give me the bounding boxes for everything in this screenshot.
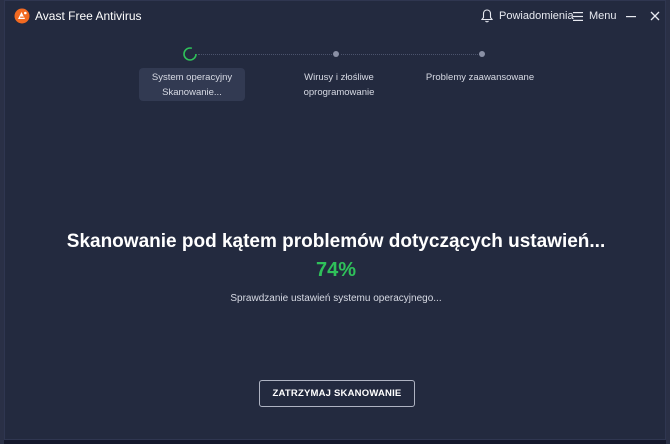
step-2-title-line1: Wirusy i złośliwe	[304, 72, 374, 83]
avast-logo-icon	[14, 8, 30, 24]
app-title: Avast Free Antivirus	[35, 9, 142, 23]
step-1-label: System operacyjny Skanowanie...	[139, 68, 245, 101]
menu-button[interactable]: Menu	[573, 8, 617, 24]
minimize-icon	[626, 16, 636, 18]
avast-main-window: Avast Free Antivirus Powiadomienia Menu	[4, 0, 666, 440]
step-connector-1	[198, 54, 332, 55]
step-1-title: System operacyjny	[151, 71, 233, 83]
menu-label: Menu	[589, 10, 617, 22]
step-3-title: Problemy zaawansowane	[425, 72, 535, 83]
minimize-button[interactable]	[621, 6, 641, 26]
step-3-dot	[479, 51, 485, 57]
step-3-label: Problemy zaawansowane	[415, 70, 545, 85]
step-1-progress-ring-icon	[183, 47, 197, 61]
desktop-background-right	[666, 0, 670, 444]
step-connector-2	[341, 54, 480, 55]
title-bar: Avast Free Antivirus Powiadomienia Menu	[5, 1, 665, 31]
stop-scan-button[interactable]: ZATRZYMAJ SKANOWANIE	[259, 380, 415, 407]
close-icon	[650, 11, 660, 21]
scan-progress-percent: 74%	[315, 259, 357, 281]
close-button[interactable]	[645, 6, 665, 26]
notifications-button[interactable]: Powiadomienia	[481, 8, 574, 24]
bell-icon	[481, 9, 493, 23]
notifications-label: Powiadomienia	[499, 10, 574, 22]
hamburger-icon	[573, 11, 583, 21]
scan-status-text: Sprawdzanie ustawień systemu operacyjneg…	[230, 293, 442, 304]
step-2-label: Wirusy i złośliwe oprogramowanie	[285, 70, 393, 100]
step-2-dot	[333, 51, 339, 57]
step-1-status: Skanowanie...	[162, 86, 222, 98]
step-2-title-line2: oprogramowanie	[303, 87, 375, 98]
scan-headline: Skanowanie pod kątem problemów dotyczący…	[66, 231, 606, 252]
